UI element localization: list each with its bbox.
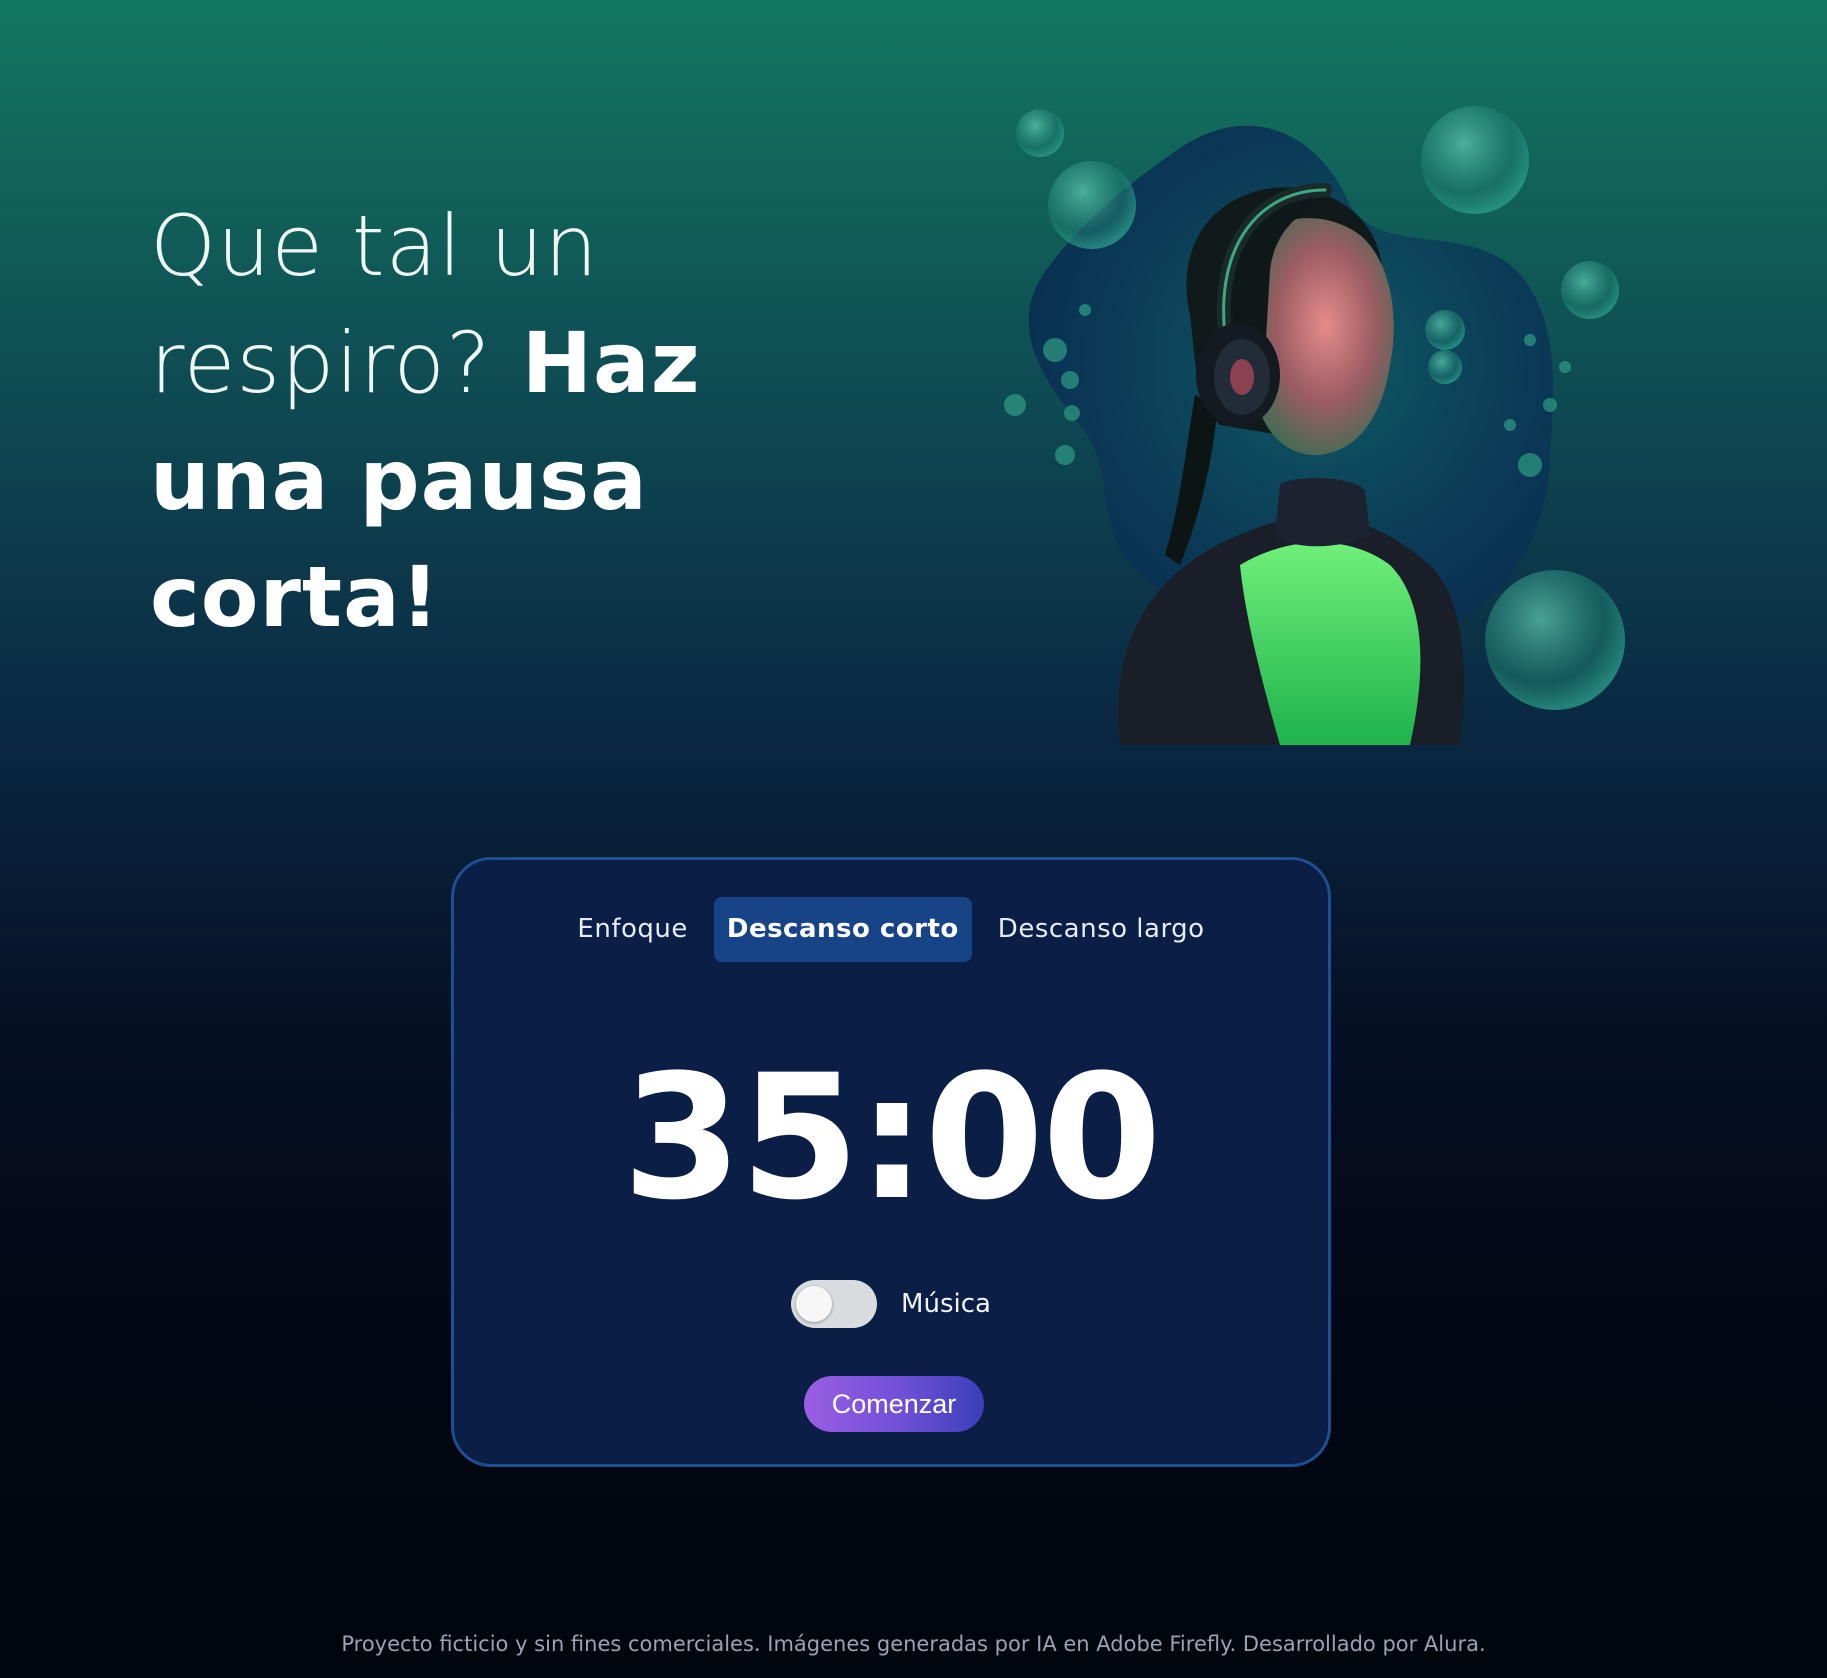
hero-illustration	[990, 95, 1650, 745]
toggle-knob	[796, 1286, 833, 1322]
timer-display: 35:00	[622, 1037, 1162, 1238]
tab-enfoque[interactable]: Enfoque	[561, 897, 703, 962]
tab-descanso-largo[interactable]: Descanso largo	[982, 897, 1221, 962]
timer-card: Enfoque Descanso corto Descanso largo 35…	[451, 857, 1331, 1467]
headline-line-3: una pausa	[150, 431, 648, 529]
headline-line-4: corta!	[150, 548, 441, 646]
headline-line-2-light: respiro?	[150, 314, 492, 412]
music-toggle[interactable]	[791, 1280, 878, 1328]
mode-tabs: Enfoque Descanso corto Descanso largo	[454, 897, 1328, 962]
footer-text: Proyecto ficticio y sin fines comerciale…	[341, 1632, 1486, 1656]
music-control: Música	[454, 1280, 1328, 1328]
headline: Que tal un respiro? Haz una pausa corta!	[150, 188, 790, 656]
start-button[interactable]: Comenzar	[804, 1376, 984, 1432]
music-label: Música	[901, 1289, 991, 1319]
woman-headphones-underwater-illustration	[1004, 106, 1625, 745]
tab-descanso-corto[interactable]: Descanso corto	[713, 897, 972, 962]
headline-line-2-bold: Haz	[521, 314, 701, 412]
headline-line-1: Que tal un	[150, 197, 599, 295]
